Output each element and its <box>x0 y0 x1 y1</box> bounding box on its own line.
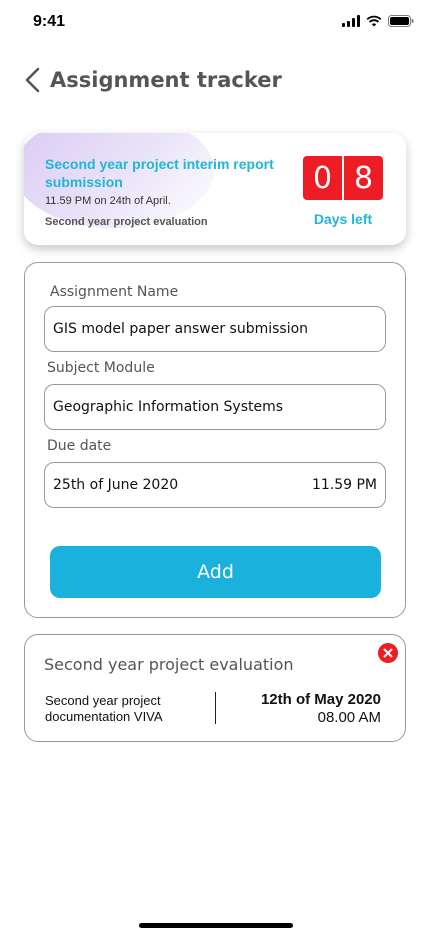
status-icons <box>342 14 414 32</box>
signal-icon <box>342 14 360 32</box>
days-left-counter: 0 8 <box>303 156 383 200</box>
due-date-label: Due date <box>47 438 112 454</box>
deadline-time: 11.59 PM on 24th of April. <box>45 195 171 207</box>
close-icon <box>383 648 393 658</box>
days-digit-tens: 0 <box>303 156 342 200</box>
assignment-name-value: GIS model paper answer submission <box>53 321 309 337</box>
evaluation-title: Second year project evaluation <box>44 655 294 674</box>
page-title: Assignment tracker <box>50 68 282 92</box>
battery-icon <box>388 14 414 32</box>
status-time: 9:41 <box>33 13 66 30</box>
add-button[interactable]: Add <box>50 546 381 598</box>
nav-bar: Assignment tracker <box>0 60 430 100</box>
chevron-left-icon <box>25 67 40 93</box>
remove-button[interactable] <box>378 643 398 663</box>
days-digit-ones: 8 <box>344 156 383 200</box>
due-date-input[interactable]: 25th of June 2020 11.59 PM <box>44 462 386 508</box>
days-left-label: Days left <box>313 211 373 227</box>
wifi-icon <box>366 14 382 32</box>
status-bar: 9:41 <box>0 0 430 44</box>
evaluation-description: Second year project documentation VIVA <box>45 693 163 724</box>
divider <box>215 692 216 724</box>
back-button[interactable] <box>20 65 46 95</box>
subject-module-label: Subject Module <box>47 360 155 376</box>
home-indicator[interactable] <box>139 923 293 928</box>
upcoming-deadline-card[interactable]: Second year project interim report submi… <box>24 133 406 245</box>
assignment-name-label: Assignment Name <box>50 284 179 300</box>
evaluation-card[interactable]: Second year project evaluation Second ye… <box>24 634 406 742</box>
subject-module-value: Geographic Information Systems <box>53 399 284 415</box>
subject-module-input[interactable]: Geographic Information Systems <box>44 384 386 430</box>
assignment-name-input[interactable]: GIS model paper answer submission <box>44 306 386 352</box>
evaluation-time: 08.00 AM <box>317 709 381 726</box>
add-assignment-form: Assignment Name GIS model paper answer s… <box>24 262 406 618</box>
evaluation-date: 12th of May 2020 <box>260 691 381 708</box>
deadline-title: Second year project interim report submi… <box>45 156 274 190</box>
deadline-subtitle: Second year project evaluation <box>45 216 208 228</box>
due-date-value: 25th of June 2020 <box>53 477 179 493</box>
due-time-value: 11.59 PM <box>311 477 377 493</box>
